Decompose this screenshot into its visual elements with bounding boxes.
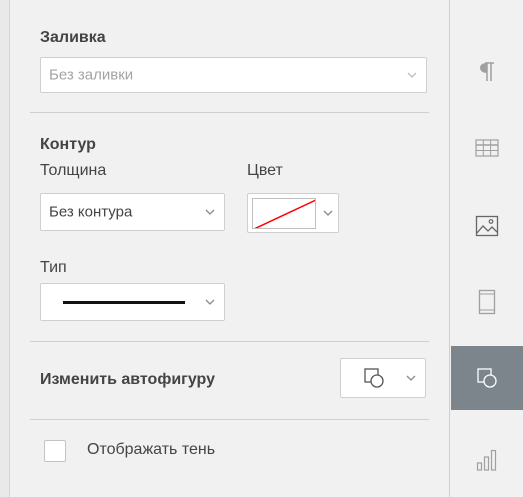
stroke-type-combo[interactable]: [40, 283, 225, 321]
chart-settings-button[interactable]: [451, 428, 523, 492]
change-shape-button[interactable]: [340, 358, 426, 398]
chevron-down-icon: [205, 299, 215, 305]
fill-title: Заливка: [40, 29, 106, 46]
shape-settings-button[interactable]: [451, 346, 523, 410]
chevron-down-icon: [407, 72, 417, 78]
chevron-down-icon: [323, 210, 333, 216]
fill-combo-value: Без заливки: [49, 66, 134, 84]
fill-combo: Без заливки: [40, 57, 427, 93]
table-settings-button[interactable]: [451, 116, 523, 180]
chevron-down-icon: [205, 209, 215, 215]
shape-settings-panel: Заливка Без заливки Контур Толщина Цвет …: [11, 0, 450, 497]
change-shape-label: Изменить автофигуру: [40, 371, 215, 388]
header-footer-settings-button[interactable]: [451, 270, 523, 334]
separator: [30, 341, 429, 342]
stroke-color-label: Цвет: [247, 162, 283, 179]
stroke-title: Контур: [40, 136, 96, 153]
image-icon: [475, 215, 499, 237]
show-shadow-label: Отображать тень: [87, 441, 216, 458]
paragraph-settings-button[interactable]: [451, 40, 523, 104]
chart-icon: [476, 449, 497, 471]
stroke-type-label: Тип: [40, 259, 67, 276]
table-icon: [475, 139, 499, 157]
shape-icon: [364, 368, 384, 388]
stroke-width-label: Толщина: [40, 162, 107, 179]
shape-icon: [477, 368, 497, 388]
stroke-width-combo[interactable]: Без контура: [40, 193, 225, 231]
show-shadow-checkbox[interactable]: [44, 440, 66, 462]
panel-edge: [0, 0, 10, 497]
no-color-swatch-icon: [252, 198, 316, 229]
separator: [30, 419, 429, 420]
stroke-color-button[interactable]: [247, 193, 339, 233]
image-settings-button[interactable]: [451, 194, 523, 258]
paragraph-icon: [480, 62, 494, 81]
stroke-width-value: Без контура: [49, 203, 133, 221]
header-footer-icon: [478, 289, 496, 315]
app-frame: Заливка Без заливки Контур Толщина Цвет …: [0, 0, 523, 497]
chevron-down-icon: [406, 375, 416, 381]
separator: [30, 112, 429, 113]
solid-line-icon: [63, 301, 185, 304]
right-toolbar: [451, 0, 523, 497]
